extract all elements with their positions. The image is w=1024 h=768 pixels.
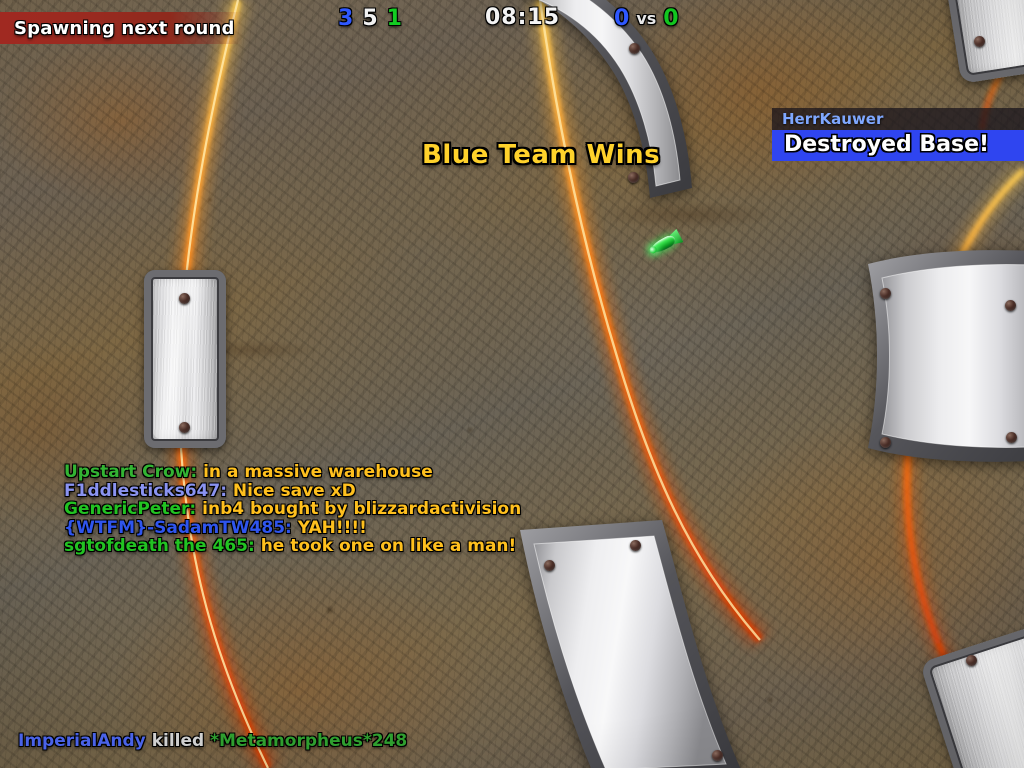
- plate-rivet: [1006, 432, 1017, 443]
- plate-rivet: [966, 655, 977, 666]
- plate-rivet: [712, 750, 723, 761]
- event-popup-action: Destroyed Base!: [772, 130, 1024, 161]
- chat-text: Nice save xD: [232, 480, 356, 501]
- kill-count-green: 1: [386, 6, 411, 31]
- plate-rivet: [880, 437, 891, 448]
- score-vs-label: vs: [636, 9, 657, 28]
- chat-line: sgtofdeath the 465: he took one on like …: [64, 536, 521, 556]
- chat-author: sgtofdeath the 465:: [64, 536, 255, 556]
- plate-rivet: [179, 422, 190, 433]
- chat-line: Upstart Crow: in a massive warehouse: [64, 462, 521, 482]
- spawn-status-banner: Spawning next round: [0, 12, 243, 44]
- chat-text: he took one on like a man!: [260, 536, 517, 556]
- chat-text: YAH!!!!: [297, 517, 367, 538]
- chat-line: F1ddlesticks647: Nice save xD: [64, 480, 521, 501]
- plate-rivet: [880, 288, 891, 299]
- arena-plate-bottom-center: [498, 520, 778, 768]
- spawn-status-text: Spawning next round: [14, 17, 235, 39]
- chat-author: F1ddlesticks647:: [64, 480, 227, 501]
- kill-count-blue: 3: [338, 6, 363, 31]
- plate-rivet: [544, 560, 555, 571]
- team-score: 0 vs 0: [614, 6, 679, 31]
- killfeed-killer: ImperialAndy: [18, 731, 146, 751]
- chat-author: Upstart Crow:: [64, 462, 198, 482]
- match-timer: 08:15: [485, 5, 561, 30]
- event-popup: HerrKauwer Destroyed Base!: [772, 108, 1024, 161]
- plate-rivet: [1005, 300, 1016, 311]
- plate-rivet: [179, 293, 190, 304]
- chat-text: in a massive warehouse: [203, 462, 433, 482]
- plate-rivet: [628, 172, 639, 183]
- chat-log[interactable]: Upstart Crow: in a massive warehouse F1d…: [64, 462, 522, 557]
- chat-text: inb4 bought by blizzardactivision: [202, 499, 522, 519]
- arena-plate-right-mid: [850, 248, 1024, 468]
- plate-rivet: [974, 36, 985, 47]
- chat-line: GenericPeter: inb4 bought by blizzardact…: [64, 499, 522, 519]
- score-blue: 0: [614, 6, 630, 31]
- kill-counters: 351: [338, 6, 411, 31]
- plate-rivet: [630, 540, 641, 551]
- killfeed-verb: killed: [151, 731, 205, 751]
- chat-line: {WTFM}-SadamTW485: YAH!!!!: [64, 517, 521, 538]
- chat-author: {WTFM}-SadamTW485:: [64, 517, 292, 538]
- killfeed-victim: *Metamorpheus*248: [210, 731, 408, 751]
- round-announcement: Blue Team Wins: [422, 140, 661, 170]
- event-popup-player: HerrKauwer: [772, 108, 1024, 130]
- score-green: 0: [663, 6, 679, 31]
- kill-count-white: 5: [362, 6, 387, 31]
- chat-author: GenericPeter:: [64, 499, 197, 519]
- plate-rivet: [629, 43, 640, 54]
- kill-feed: ImperialAndy killed *Metamorpheus*248: [18, 731, 407, 751]
